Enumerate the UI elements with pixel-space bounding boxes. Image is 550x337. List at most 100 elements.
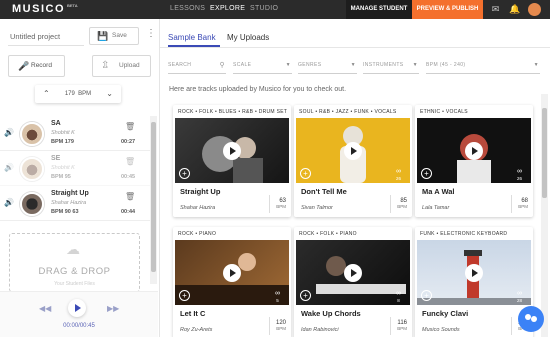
chevron-down-icon: ▼ <box>533 62 539 68</box>
play-button[interactable] <box>223 264 241 282</box>
play-button[interactable] <box>344 142 362 160</box>
chevron-up-icon[interactable]: ⌃ <box>43 85 50 103</box>
play-button[interactable] <box>465 142 483 160</box>
nav-explore[interactable]: EXPLORE <box>210 5 245 12</box>
sample-list-scrollbar[interactable] <box>541 94 548 337</box>
play-button[interactable] <box>344 264 362 282</box>
chevron-down-icon: ▼ <box>350 62 356 68</box>
add-icon[interactable]: + <box>179 290 190 301</box>
card-author: Musico Sounds <box>422 327 460 333</box>
speaker-icon[interactable]: 🔊 <box>4 128 14 137</box>
loop-icon: ∞ 26 <box>517 168 523 181</box>
card-image: + ∞ 5 <box>175 240 289 305</box>
beta-badge: BETA <box>67 3 78 8</box>
add-icon[interactable]: + <box>300 290 311 301</box>
card-bpm: 85 BPM <box>390 195 410 213</box>
card-genre: ETHNIC • VOCALS <box>420 109 468 115</box>
card-bpm: 120 BPM <box>269 317 289 335</box>
bell-icon[interactable]: 🔔 <box>509 4 520 15</box>
manage-student-button[interactable]: MANAGE STUDENT <box>346 0 412 19</box>
track-artwork <box>20 122 44 146</box>
sample-card[interactable]: ROCK • PIANO + ∞ 5 Let It C Roy Zu-Arets … <box>173 227 291 337</box>
more-menu-icon[interactable]: ⋮ <box>146 29 156 39</box>
speaker-icon[interactable]: 🔊 <box>4 163 14 172</box>
card-genre: ROCK • FOLK • BLUES • R&B • DRUM SET <box>178 109 288 115</box>
track-list: 🔊 SA Shobhit K BPM 179 🗑 00:27 🔊 SE Shob… <box>0 116 150 221</box>
card-author: Roy Zu-Arets <box>180 327 213 333</box>
mail-icon[interactable]: ✉ <box>490 4 501 15</box>
save-icon: 💾 <box>97 31 109 41</box>
drag-drop-zone[interactable]: ☁ DRAG & DROP Your Student Files <box>9 233 140 292</box>
record-button[interactable]: 🎤 Record <box>8 55 65 77</box>
tab-my-uploads[interactable]: My Uploads <box>227 33 269 42</box>
loop-icon: ∞ 26 <box>396 168 402 181</box>
scrollbar-thumb[interactable] <box>151 122 156 272</box>
save-button[interactable]: 💾 Save <box>89 27 139 45</box>
play-button[interactable] <box>68 299 86 317</box>
track-name: SA <box>51 120 61 127</box>
trash-icon[interactable]: 🗑 <box>125 122 135 131</box>
nav-lessons[interactable]: LESSONS <box>170 5 205 12</box>
card-title: Wake Up Chords <box>301 309 361 318</box>
add-icon[interactable]: + <box>421 290 432 301</box>
chevron-down-icon[interactable]: ⌄ <box>106 85 113 103</box>
add-icon[interactable]: + <box>300 168 311 179</box>
add-icon[interactable]: + <box>421 168 432 179</box>
preview-publish-button[interactable]: PREVIEW & PUBLISH <box>412 0 483 19</box>
track-row[interactable]: 🔊 Straight Up Shahar Hazira BPM 90 63 🗑 … <box>0 186 150 221</box>
upload-button[interactable]: ⇫ Upload <box>92 55 151 77</box>
next-icon[interactable]: ▶▶ <box>107 304 119 313</box>
card-image: + ∞ 26 <box>417 118 531 183</box>
track-bpm: BPM 95 <box>51 174 71 180</box>
sample-browser: Sample Bank My Uploads SEARCH ⚲ SCALE ▼ GE… <box>160 19 550 337</box>
avatar[interactable] <box>528 3 541 16</box>
search-input[interactable]: SEARCH ⚲ <box>168 58 226 74</box>
sample-card[interactable]: ROCK • FOLK • PIANO + ∞ 8 Wake Up Chords … <box>294 227 412 337</box>
studio-panel: Untitled project 💾 Save ⋮ 🎤 Record ⇫ Upload… <box>0 19 160 337</box>
scrollbar-thumb[interactable] <box>542 108 547 198</box>
project-name-input[interactable]: Untitled project <box>10 32 60 41</box>
record-label: Record <box>31 62 52 69</box>
trash-icon[interactable]: 🗑 <box>125 192 135 201</box>
nav-studio[interactable]: STUDIO <box>250 5 278 12</box>
add-icon[interactable]: + <box>179 168 190 179</box>
bpm-range-select[interactable]: BPM (45 - 240) ▼ <box>426 58 540 74</box>
search-icon: ⚲ <box>219 62 225 69</box>
tab-sample-bank[interactable]: Sample Bank <box>168 33 216 42</box>
microphone-icon: 🎤 <box>18 61 30 71</box>
sample-card[interactable]: ETHNIC • VOCALS + ∞ 26 Ma A Wal Lala Tama… <box>415 105 533 217</box>
track-list-scrollbar[interactable] <box>150 116 157 284</box>
cloud-upload-icon: ☁ <box>66 241 80 257</box>
sample-card[interactable]: FUNK • ELECTRONIC KEYBOARD + ∞ 28 Funcky … <box>415 227 533 337</box>
play-button[interactable] <box>223 142 241 160</box>
card-title: Straight Up <box>180 187 221 196</box>
card-genre: ROCK • PIANO <box>178 231 217 237</box>
project-name-underline <box>8 45 84 46</box>
bpm-stepper[interactable]: ⌃ 179 BPM ⌄ <box>35 85 121 103</box>
card-title: Let It C <box>180 309 206 318</box>
upload-icon: ⇫ <box>101 60 110 71</box>
card-title: Don't Tell Me <box>301 187 347 196</box>
play-button[interactable] <box>465 264 483 282</box>
sample-card[interactable]: SOUL • R&B • JAZZ • FUNK • VOCALS + ∞ 26 … <box>294 105 412 217</box>
card-author: Lala Tamar <box>422 205 450 211</box>
track-artist: Shobhit K <box>51 130 75 136</box>
card-genre: FUNK • ELECTRONIC KEYBOARD <box>420 231 508 237</box>
musico-logo[interactable]: MUSICO BETA <box>12 3 78 15</box>
track-row[interactable]: 🔊 SE Shobhit K BPM 95 🗑 00:45 <box>0 151 150 186</box>
instruments-select[interactable]: INSTRUMENTS ▼ <box>363 58 419 74</box>
track-bpm: BPM 90 63 <box>51 209 79 215</box>
genres-select[interactable]: GENRES ▼ <box>298 58 357 74</box>
card-image: + ∞ 26 <box>296 118 410 183</box>
player-bar: ◀◀ ▶▶ 00:00/00:45 <box>0 291 158 337</box>
track-row[interactable]: 🔊 SA Shobhit K BPM 179 🗑 00:27 <box>0 116 150 151</box>
upload-label: Upload <box>119 62 140 69</box>
speaker-icon[interactable]: 🔊 <box>4 198 14 207</box>
trash-icon[interactable]: 🗑 <box>125 157 135 166</box>
scale-select[interactable]: SCALE ▼ <box>233 58 292 74</box>
card-genre: ROCK • FOLK • PIANO <box>299 231 357 237</box>
track-artist: Shahar Hazira <box>51 200 87 206</box>
chat-support-button[interactable] <box>518 306 544 332</box>
previous-icon[interactable]: ◀◀ <box>39 304 51 313</box>
sample-card[interactable]: ROCK • FOLK • BLUES • R&B • DRUM SET + S… <box>173 105 291 217</box>
